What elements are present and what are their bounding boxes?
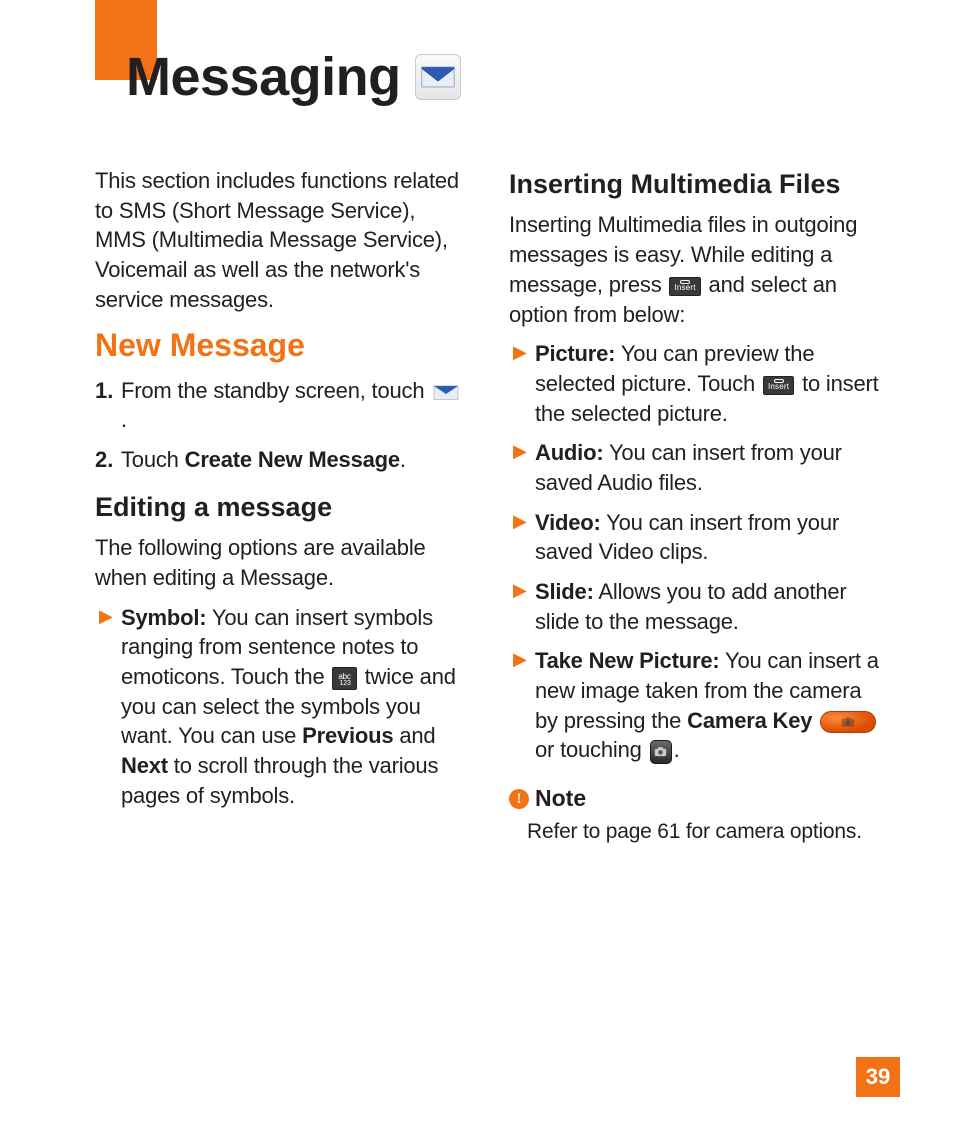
intro-text: This section includes functions related … [95, 166, 465, 314]
bullet-take-new-picture: ▶ Take New Picture: You can insert a new… [509, 646, 879, 765]
page-number-badge: 39 [856, 1057, 900, 1097]
bullet-label: Take New Picture: [535, 648, 719, 673]
bullet-picture: ▶ Picture: You can preview the selected … [509, 339, 879, 428]
bullet-label: Slide: [535, 579, 594, 604]
step-2: 2. Touch Create New Message. [95, 445, 465, 475]
abc123-key-icon [332, 667, 356, 689]
step-text-end: . [400, 447, 406, 472]
note-label: Note [535, 783, 586, 814]
subheading-editing: Editing a message [95, 489, 465, 525]
insert-key-icon [763, 374, 794, 396]
step-number: 2. [95, 445, 115, 475]
step-bold: Create New Message [185, 447, 400, 472]
camera-key-icon [820, 711, 876, 733]
insert-key-icon [669, 275, 700, 297]
mail-icon [432, 381, 460, 403]
bullet-bold: Camera Key [687, 708, 812, 733]
triangle-icon: ▶ [513, 438, 527, 464]
multimedia-intro: Inserting Multimedia files in outgoing m… [509, 210, 879, 329]
bullet-text: or touching [535, 737, 648, 762]
triangle-icon: ▶ [513, 508, 527, 534]
step-number: 1. [95, 376, 115, 406]
mail-icon [415, 54, 461, 100]
step-1: 1. From the standby screen, touch . [95, 376, 465, 435]
step-text-end: . [121, 407, 127, 432]
alert-icon: ! [509, 789, 529, 809]
editing-intro: The following options are available when… [95, 533, 465, 592]
camera-touch-icon [650, 740, 672, 764]
bullet-bold: Next [121, 753, 168, 778]
note-heading: ! Note [509, 783, 879, 814]
page-header: Messaging [126, 46, 461, 108]
right-column: Inserting Multimedia Files Inserting Mul… [509, 166, 879, 847]
triangle-icon: ▶ [513, 339, 527, 365]
bullet-text: . [674, 737, 680, 762]
step-text: Touch [121, 447, 185, 472]
bullet-slide: ▶ Slide: Allows you to add another slide… [509, 577, 879, 636]
section-heading-new-message: New Message [95, 324, 465, 367]
bullet-label: Symbol: [121, 605, 206, 630]
subheading-multimedia: Inserting Multimedia Files [509, 166, 879, 202]
bullet-text: and [393, 723, 435, 748]
bullet-text: to scroll through the various pages of s… [121, 753, 438, 808]
bullet-bold: Previous [302, 723, 393, 748]
bullet-audio: ▶ Audio: You can insert from your saved … [509, 438, 879, 497]
bullet-label: Audio: [535, 440, 603, 465]
bullet-label: Picture: [535, 341, 615, 366]
left-column: This section includes functions related … [95, 166, 465, 847]
triangle-icon: ▶ [513, 646, 527, 672]
page-title: Messaging [126, 46, 401, 108]
triangle-icon: ▶ [99, 603, 113, 629]
bullet-video: ▶ Video: You can insert from your saved … [509, 508, 879, 567]
note-body: Refer to page 61 for camera options. [509, 818, 879, 846]
triangle-icon: ▶ [513, 577, 527, 603]
bullet-symbol: ▶ Symbol: You can insert symbols ranging… [95, 603, 465, 811]
bullet-label: Video: [535, 510, 601, 535]
step-text: From the standby screen, touch [121, 378, 430, 403]
